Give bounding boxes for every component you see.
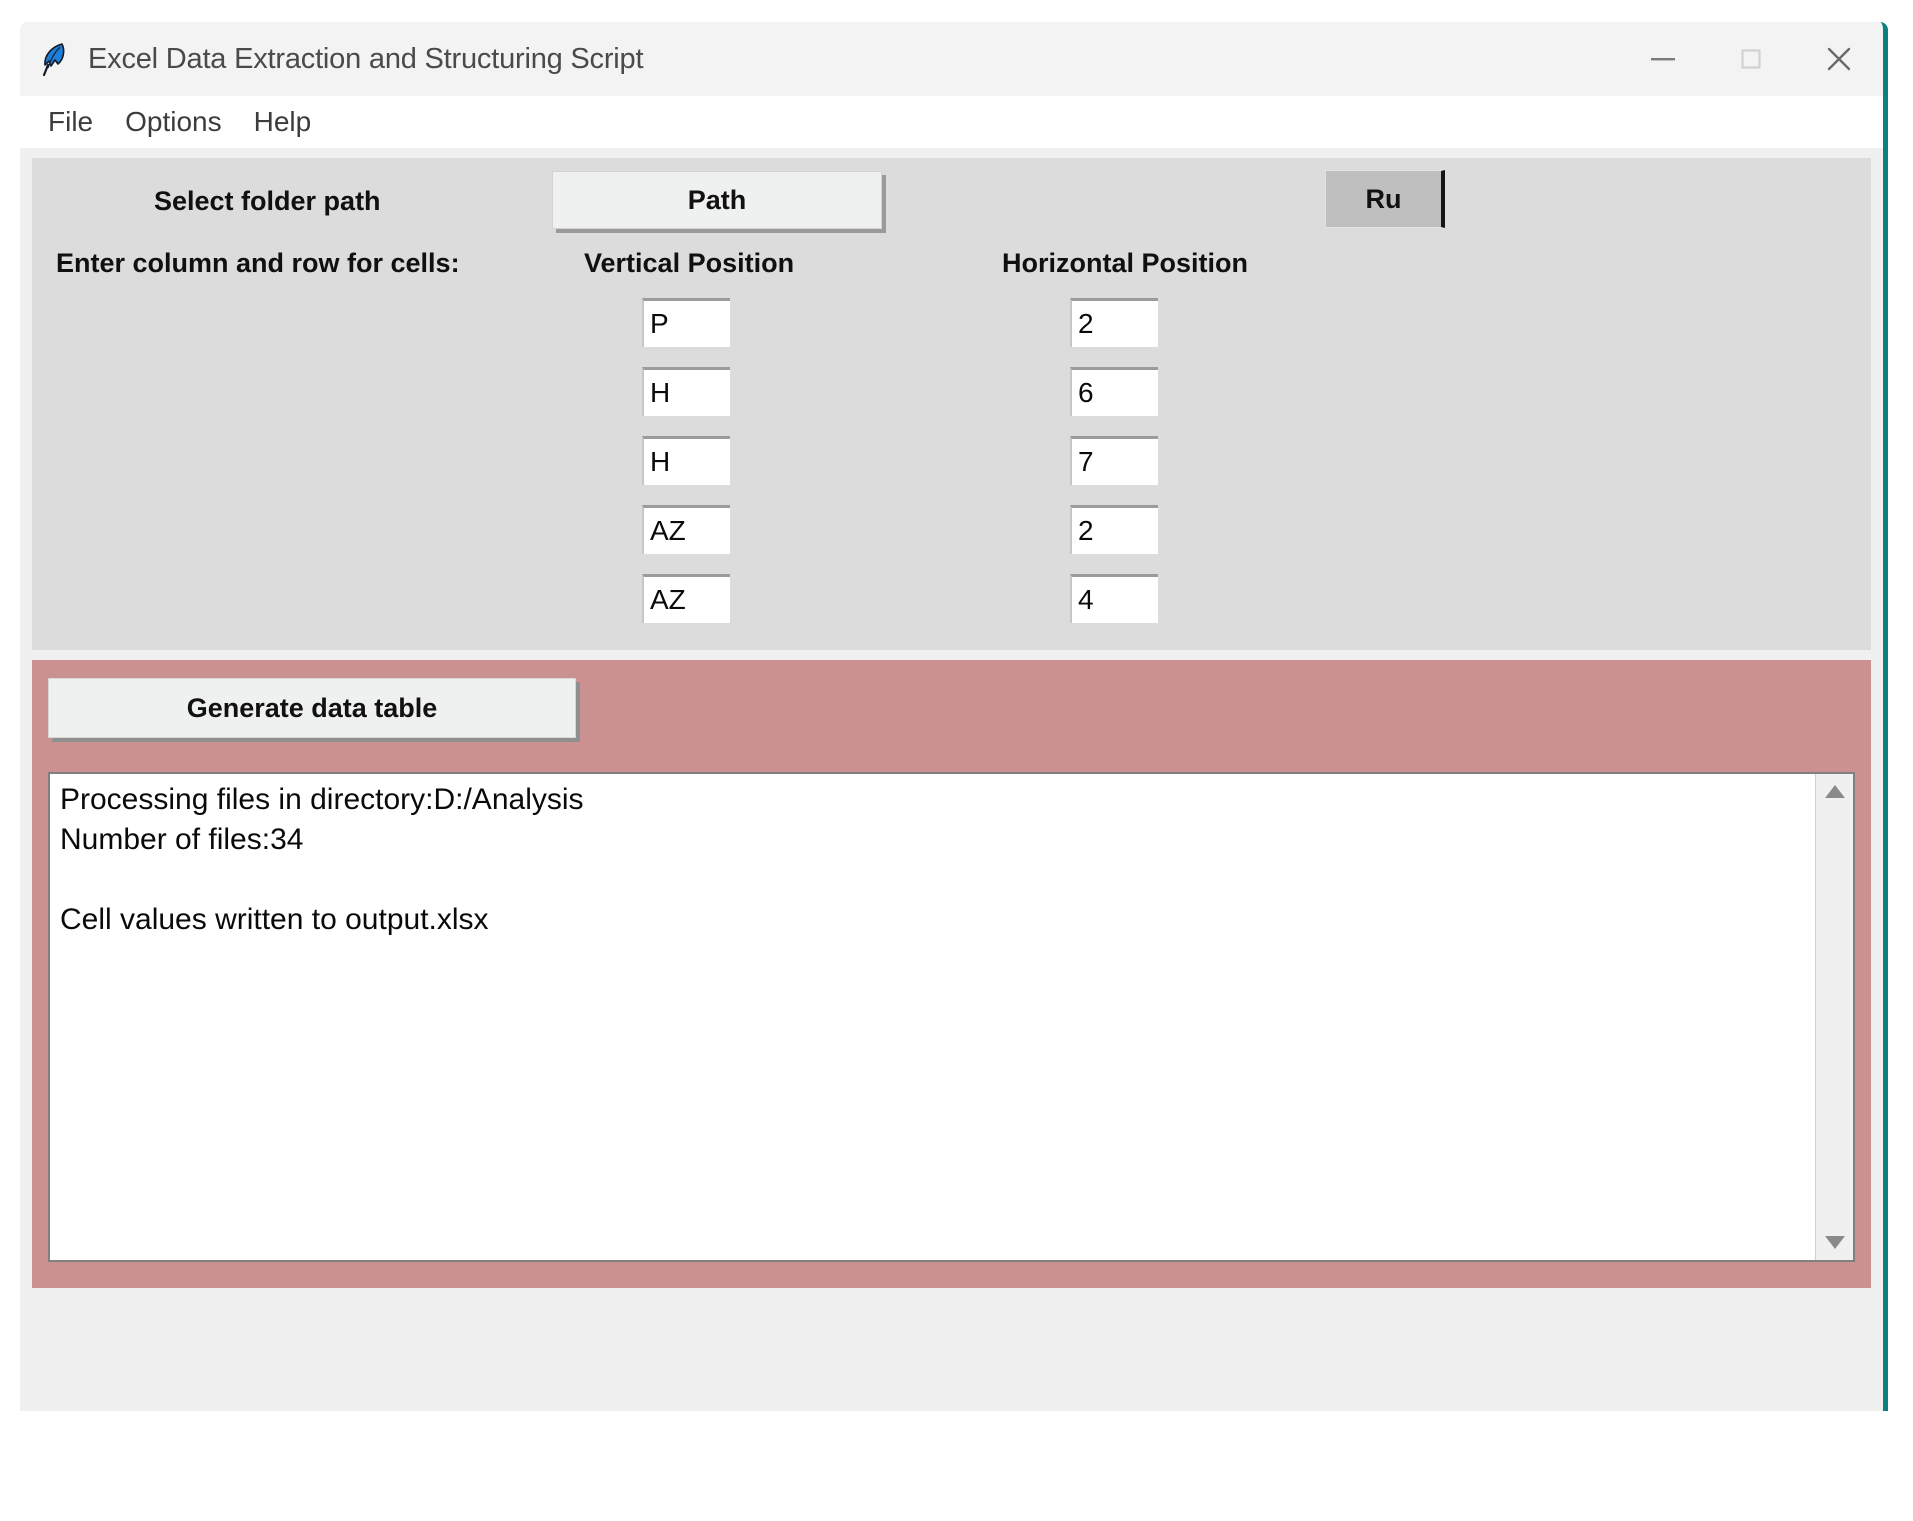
menu-item-help[interactable]: Help <box>238 104 328 140</box>
scroll-up-arrow-icon[interactable] <box>1820 780 1850 802</box>
path-button[interactable]: Path <box>552 171 882 229</box>
maximize-icon[interactable] <box>1707 22 1795 96</box>
cell-row <box>32 574 1871 643</box>
select-folder-path-label: Select folder path <box>154 186 381 217</box>
vertical-input-5[interactable] <box>642 574 730 623</box>
horizontal-input-5[interactable] <box>1070 574 1158 623</box>
cell-row <box>32 505 1871 574</box>
vertical-input-1[interactable] <box>642 298 730 347</box>
cell-row <box>32 367 1871 436</box>
log-scrollbar[interactable] <box>1815 774 1853 1260</box>
vertical-input-2[interactable] <box>642 367 730 416</box>
vertical-input-4[interactable] <box>642 505 730 554</box>
cell-row <box>32 298 1871 367</box>
window-bottom-filler <box>20 1307 1883 1411</box>
cell-row <box>32 436 1871 505</box>
feather-icon <box>38 41 70 77</box>
enter-cells-label: Enter column and row for cells: <box>56 248 460 279</box>
run-button[interactable]: Ru <box>1325 170 1445 228</box>
vertical-input-3[interactable] <box>642 436 730 485</box>
menu-bar: File Options Help <box>20 96 1883 148</box>
horizontal-position-header: Horizontal Position <box>1002 248 1248 279</box>
window-title: Excel Data Extraction and Structuring Sc… <box>88 43 643 76</box>
cell-input-rows <box>32 298 1871 643</box>
generate-data-table-button[interactable]: Generate data table <box>48 678 576 738</box>
horizontal-input-1[interactable] <box>1070 298 1158 347</box>
application-window: Excel Data Extraction and Structuring Sc… <box>20 22 1888 1411</box>
menu-item-options[interactable]: Options <box>109 104 238 140</box>
configuration-panel: Select folder path Path Ru Enter column … <box>32 158 1871 650</box>
horizontal-input-4[interactable] <box>1070 505 1158 554</box>
menu-item-file[interactable]: File <box>32 104 109 140</box>
horizontal-input-2[interactable] <box>1070 367 1158 416</box>
vertical-position-header: Vertical Position <box>584 248 794 279</box>
minimize-icon[interactable] <box>1619 22 1707 96</box>
horizontal-input-3[interactable] <box>1070 436 1158 485</box>
scroll-down-arrow-icon[interactable] <box>1820 1232 1850 1254</box>
log-text: Processing files in directory:D:/Analysi… <box>50 774 1815 1260</box>
output-panel: Generate data table Processing files in … <box>32 660 1871 1288</box>
close-icon[interactable] <box>1795 22 1883 96</box>
log-output-area: Processing files in directory:D:/Analysi… <box>48 772 1855 1262</box>
title-bar: Excel Data Extraction and Structuring Sc… <box>20 22 1883 96</box>
window-controls <box>1619 22 1883 96</box>
